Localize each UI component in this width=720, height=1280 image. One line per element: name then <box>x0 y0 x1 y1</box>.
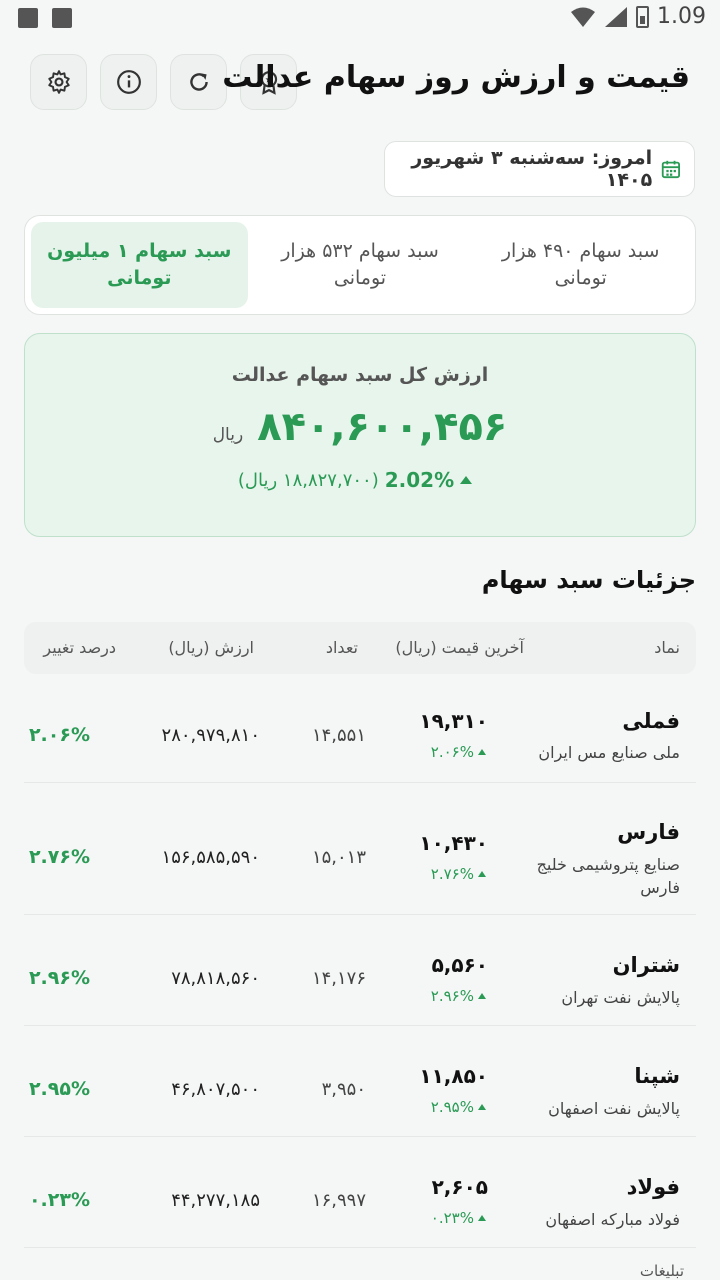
row-company-name: فولاد مبارکه اصفهان <box>545 1210 680 1229</box>
settings-button[interactable] <box>30 54 87 110</box>
header-value: ارزش (ریال) <box>168 638 254 657</box>
row-change-percent: ۲.۷۶% <box>28 846 90 868</box>
up-arrow-icon <box>460 476 473 484</box>
row-price-change: ۲.۷۶% <box>431 865 486 883</box>
up-arrow-icon <box>478 871 486 877</box>
date-chip: امروز: سه‌شنبه ۳ شهریور ۱۴۰۵ <box>384 141 695 197</box>
row-change-percent: ۰.۲۳% <box>28 1189 90 1211</box>
summary-unit: ریال <box>212 425 244 445</box>
summary-card: ارزش کل سبد سهام عدالت ۸۴۰,۶۰۰,۴۵۶ ریال … <box>24 333 696 537</box>
clock: 1.09 <box>657 4 706 29</box>
summary-value: ۸۴۰,۶۰۰,۴۵۶ <box>257 404 508 450</box>
row-symbol: شتران <box>612 953 680 977</box>
table-row[interactable]: فولاد فولاد مبارکه اصفهان ۲,۶۰۵ ۰.۲۳% ۱۶… <box>24 1137 696 1248</box>
info-icon <box>116 70 141 94</box>
refresh-icon <box>189 73 208 91</box>
table-row[interactable]: فارس صنایع پتروشیمی خلیج فارس ۱۰,۴۳۰ ۲.۷… <box>24 783 696 915</box>
table-row[interactable]: شتران پالایش نفت تهران ۵,۵۶۰ ۲.۹۶% ۱۴,۱۷… <box>24 915 696 1026</box>
row-symbol: شپنا <box>634 1064 680 1088</box>
row-symbol: فملی <box>622 709 680 733</box>
page-title: قیمت و ارزش روز سهام عدالت <box>222 60 690 95</box>
info-button[interactable] <box>100 54 157 110</box>
up-arrow-icon <box>478 1215 486 1221</box>
refresh-button[interactable] <box>170 54 227 110</box>
header-change: درصد تغییر <box>43 638 116 657</box>
header-count: تعداد <box>325 638 358 657</box>
summary-change-amount: (۱۸,۸۲۷,۷۰۰ ریال) <box>237 469 379 491</box>
row-price-change: ۲.۹۶% <box>431 987 486 1005</box>
header-symbol: نماد <box>654 638 680 657</box>
row-symbol: فولاد <box>626 1175 680 1199</box>
row-change-percent: ۲.۰۶% <box>28 724 90 746</box>
tab-basket-1m[interactable]: سبد سهام ۱ میلیون تومانی <box>30 222 248 308</box>
up-arrow-icon <box>478 749 486 755</box>
table-row[interactable]: فملی ملی صنایع مس ایران ۱۹,۳۱۰ ۲.۰۶% ۱۴,… <box>24 675 696 783</box>
table-row[interactable]: شپنا پالایش نفت اصفهان ۱۱,۸۵۰ ۲.۹۵% ۳,۹۵… <box>24 1026 696 1137</box>
calendar-icon <box>662 160 681 179</box>
settings-icon <box>47 70 70 94</box>
row-symbol: فارس <box>617 820 680 844</box>
row-change-percent: ۲.۹۵% <box>28 1078 90 1100</box>
wifi-icon <box>571 7 596 27</box>
signal-icon <box>605 6 628 27</box>
section-title: جزئیات سبد سهام <box>481 566 696 594</box>
text-icon <box>52 8 72 28</box>
row-company-name: پالایش نفت اصفهان <box>548 1099 680 1118</box>
row-price: ۱۰,۴۳۰ <box>419 831 488 855</box>
row-price-change: ۲.۹۵% <box>431 1098 486 1116</box>
app-header: قیمت و ارزش روز سهام عدالت <box>30 54 690 110</box>
status-bar: 1.09 <box>0 0 720 36</box>
row-company-name: پالایش نفت تهران <box>561 988 680 1007</box>
basket-tabs: سبد سهام ۴۹۰ هزار تومانی سبد سهام ۵۳۲ هز… <box>24 215 696 315</box>
ads-label: تبلیغات <box>639 1262 684 1280</box>
row-value: ۲۸۰,۹۷۹,۸۱۰ <box>161 725 260 746</box>
row-count: ۳,۹۵۰ <box>321 1079 366 1100</box>
battery-icon <box>636 5 650 28</box>
row-price: ۱۹,۳۱۰ <box>419 709 488 733</box>
date-text: امروز: سه‌شنبه ۳ شهریور ۱۴۰۵ <box>411 147 653 191</box>
row-value: ۴۴,۲۷۷,۱۸۵ <box>171 1190 260 1211</box>
up-arrow-icon <box>478 1104 486 1110</box>
row-price: ۵,۵۶۰ <box>431 953 488 977</box>
tab-basket-490[interactable]: سبد سهام ۴۹۰ هزار تومانی <box>472 222 689 308</box>
row-price: ۲,۶۰۵ <box>431 1175 488 1199</box>
row-company-name: ملی صنایع مس ایران <box>538 743 680 762</box>
row-price-change: ۰.۲۳% <box>431 1209 486 1227</box>
row-value: ۱۵۶,۵۸۵,۵۹۰ <box>161 847 260 868</box>
row-price: ۱۱,۸۵۰ <box>419 1064 488 1088</box>
table-header: نماد آخرین قیمت (ریال) تعداد ارزش (ریال)… <box>24 622 696 674</box>
header-last-price: آخرین قیمت (ریال) <box>395 638 524 657</box>
row-price-change: ۲.۰۶% <box>431 743 486 761</box>
summary-label: ارزش کل سبد سهام عدالت <box>231 364 489 386</box>
image-icon <box>18 8 38 28</box>
row-count: ۱۴,۱۷۶ <box>311 968 366 989</box>
summary-change-percent: 2.02% <box>384 468 455 492</box>
row-company-name: صنایع پتروشیمی خلیج فارس <box>536 855 680 898</box>
row-count: ۱۶,۹۹۷ <box>311 1190 366 1211</box>
row-count: ۱۴,۵۵۱ <box>311 725 366 746</box>
row-value: ۷۸,۸۱۸,۵۶۰ <box>171 968 260 989</box>
tab-basket-532[interactable]: سبد سهام ۵۳۲ هزار تومانی <box>252 222 469 308</box>
row-value: ۴۶,۸۰۷,۵۰۰ <box>171 1079 260 1100</box>
row-count: ۱۵,۰۱۳ <box>311 847 366 868</box>
up-arrow-icon <box>478 993 486 999</box>
row-change-percent: ۲.۹۶% <box>28 967 90 989</box>
